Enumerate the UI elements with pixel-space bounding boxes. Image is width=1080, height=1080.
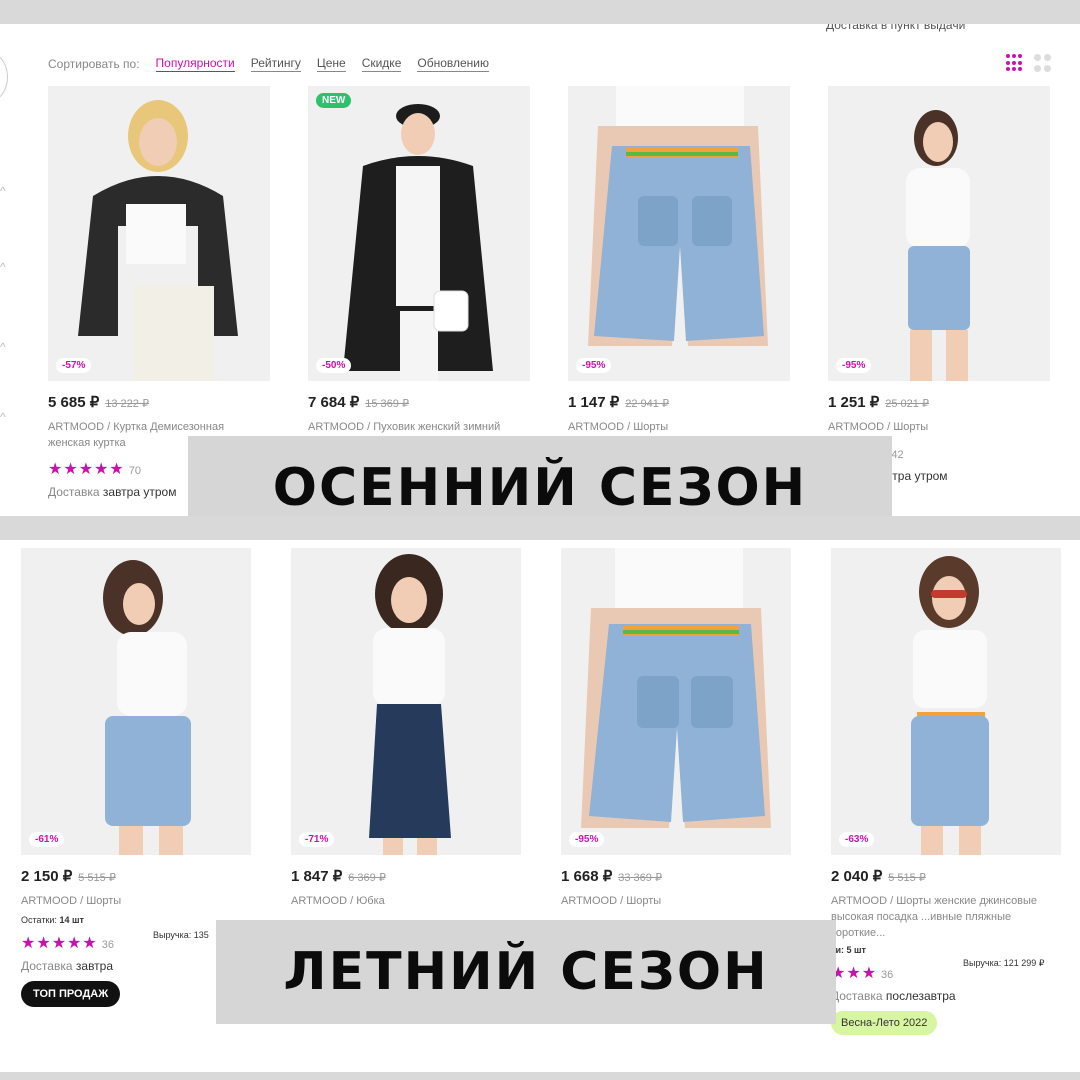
sidebar-circle[interactable] <box>0 52 8 102</box>
product-image[interactable]: -71% <box>291 548 521 855</box>
sort-label: Сортировать по: <box>48 57 140 71</box>
season-label-summer: ЛЕТНИЙ СЕЗОН <box>216 920 836 1024</box>
delivery-info: Доставка послезавтра <box>831 989 956 1003</box>
product-image[interactable]: -61% <box>21 548 251 855</box>
price: 1 251 ₽25 021 ₽ <box>828 394 929 411</box>
price: 5 685 ₽13 222 ₽ <box>48 394 149 411</box>
sort-rating[interactable]: Рейтингу <box>250 56 301 72</box>
discount-badge: -63% <box>839 832 875 847</box>
season-label-text: ЛЕТНИЙ СЕЗОН <box>283 942 769 1002</box>
price: 1 668 ₽33 369 ₽ <box>561 868 662 885</box>
product-card[interactable]: -95% 1 251 ₽25 021 ₽ ARTMOOD / Шорты ★42… <box>828 86 1050 483</box>
model-skirt-illustration <box>291 548 521 855</box>
new-badge: NEW <box>316 93 352 108</box>
model-shorts-illustration <box>21 548 251 855</box>
old-price: 5 515 ₽ <box>888 872 926 884</box>
chevron-up-icon[interactable]: ^ <box>0 410 6 424</box>
autumn-catalog-panel: Доставка в пункт выдачи ^ ^ ^ ^ Сортиров… <box>0 24 1080 516</box>
old-price: 33 369 ₽ <box>618 872 662 884</box>
product-image[interactable]: -95% <box>828 86 1050 381</box>
price: 1 147 ₽22 941 ₽ <box>568 394 669 411</box>
model-shorts-illustration <box>828 86 1050 381</box>
product-card[interactable]: -95% 1 668 ₽33 369 ₽ ARTMOOD / Шорты <box>561 548 791 909</box>
product-name[interactable]: ARTMOOD / Шорты <box>21 893 231 909</box>
old-price: 25 021 ₽ <box>885 398 929 410</box>
discount-badge: -57% <box>56 358 92 373</box>
product-name[interactable]: ARTMOOD / Шорты <box>561 893 771 909</box>
discount-badge: -71% <box>299 832 335 847</box>
sort-popularity[interactable]: Популярности <box>155 56 235 72</box>
summer-catalog-panel: -61% 2 150 ₽5 515 ₽ ARTMOOD / Шорты Оста… <box>0 540 1080 1072</box>
old-price: 13 222 ₽ <box>105 398 149 410</box>
review-count: 36 <box>101 939 114 951</box>
model-jacket-illustration <box>48 86 270 381</box>
product-image[interactable]: NEW -50% <box>308 86 530 381</box>
model-coat-illustration <box>308 86 530 381</box>
price: 2 040 ₽5 515 ₽ <box>831 868 926 885</box>
season-label-text: ОСЕННИЙ СЕЗОН <box>272 458 808 516</box>
revenue-info: Выручка: 135 <box>153 930 209 940</box>
grid-large-icon[interactable] <box>1034 54 1052 72</box>
product-card[interactable]: -63% 2 040 ₽5 515 ₽ ARTMOOD / Шорты женс… <box>831 548 1061 1035</box>
chevron-up-icon[interactable]: ^ <box>0 340 6 354</box>
review-count: 42 <box>891 449 904 461</box>
product-name[interactable]: ARTMOOD / Шорты женские джинсовые высока… <box>831 893 1041 941</box>
product-name[interactable]: ARTMOOD / Пуховик женский зимний <box>308 419 518 435</box>
sort-discount[interactable]: Скидке <box>361 56 402 72</box>
top-sales-badge: ТОП ПРОДАЖ <box>21 981 121 1007</box>
product-card[interactable]: -95% 1 147 ₽22 941 ₽ ARTMOOD / Шорты <box>568 86 790 435</box>
product-name[interactable]: ARTMOOD / Шорты <box>568 419 778 435</box>
price: 7 684 ₽15 369 ₽ <box>308 394 409 411</box>
shorts-back-illustration <box>561 548 791 855</box>
product-image[interactable]: -95% <box>561 548 791 855</box>
price: 2 150 ₽5 515 ₽ <box>21 868 116 885</box>
price: 1 847 ₽6 369 ₽ <box>291 868 386 885</box>
delivery-topline: Доставка в пункт выдачи <box>826 24 966 32</box>
revenue-info: Выручка: 121 299 ₽ <box>963 958 1045 968</box>
old-price: 22 941 ₽ <box>625 398 669 410</box>
old-price: 6 369 ₽ <box>348 872 386 884</box>
sort-updates[interactable]: Обновлению <box>417 56 489 72</box>
product-card[interactable]: -71% 1 847 ₽6 369 ₽ ARTMOOD / Юбка <box>291 548 521 909</box>
season-badge: Весна-Лето 2022 <box>831 1011 938 1035</box>
product-image[interactable]: -63% <box>831 548 1061 855</box>
review-count: 70 <box>128 465 141 477</box>
discount-badge: -95% <box>576 358 612 373</box>
product-name[interactable]: ARTMOOD / Шорты <box>828 419 1038 435</box>
discount-badge: -95% <box>836 358 872 373</box>
stock-info: ки: 5 шт <box>831 945 866 955</box>
old-price: 5 515 ₽ <box>78 872 116 884</box>
discount-badge: -61% <box>29 832 65 847</box>
collage: Доставка в пункт выдачи ^ ^ ^ ^ Сортиров… <box>0 0 1080 1080</box>
shorts-back-illustration <box>568 86 790 381</box>
grid-small-icon[interactable] <box>1006 54 1024 72</box>
sort-bar: Сортировать по: Популярности Рейтингу Це… <box>48 56 489 72</box>
product-image[interactable]: -95% <box>568 86 790 381</box>
discount-badge: -95% <box>569 832 605 847</box>
old-price: 15 369 ₽ <box>365 398 409 410</box>
discount-badge: -50% <box>316 358 352 373</box>
product-image[interactable]: -57% <box>48 86 270 381</box>
review-count: 36 <box>881 969 894 981</box>
product-name[interactable]: ARTMOOD / Юбка <box>291 893 501 909</box>
product-card[interactable]: NEW -50% 7 684 ₽15 369 ₽ ARTMOOD / Пухов… <box>308 86 530 435</box>
chevron-up-icon[interactable]: ^ <box>0 260 6 274</box>
model-shorts-illustration <box>831 548 1061 855</box>
sort-price[interactable]: Цене <box>316 56 346 72</box>
view-toggle <box>1006 54 1052 72</box>
chevron-up-icon[interactable]: ^ <box>0 184 6 198</box>
season-label-autumn: ОСЕННИЙ СЕЗОН <box>188 436 892 516</box>
